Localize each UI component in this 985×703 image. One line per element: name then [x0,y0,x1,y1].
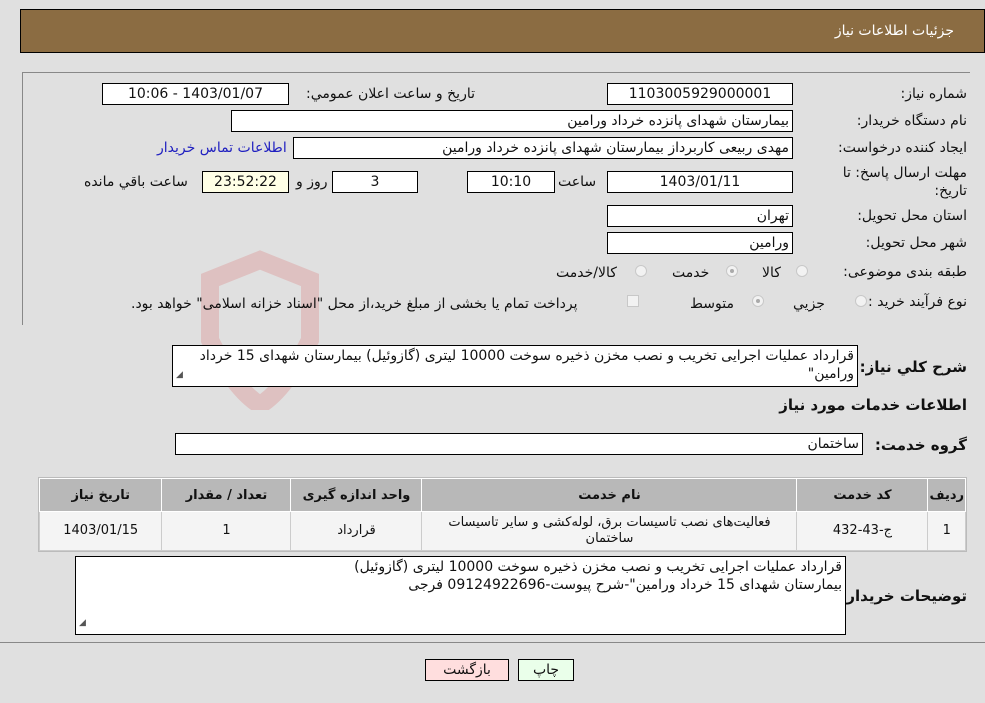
buyer-notes-textarea[interactable]: قرارداد عملیات اجرایی تخریب و نصب مخزن ذ… [75,556,846,635]
process-option-minor: جزيي [793,296,825,312]
process-radio-medium[interactable] [752,295,764,307]
deadline-label-date: تاریخ: [934,183,967,199]
service-group-label: گروه خدمت: [874,436,967,454]
divider [0,642,985,643]
buyer-notes-label: توضیحات خریدار: [840,587,967,605]
page-title: جزئیات اطلاعات نیاز [834,23,954,39]
buyer-contact-link[interactable]: اطلاعات تماس خریدار [157,140,287,156]
category-radio-goods-service[interactable] [635,265,647,277]
back-button[interactable]: بازگشت [425,659,509,681]
need-number-field: 1103005929000001 [607,83,793,105]
cell-name: فعالیت‌های نصب تاسیسات برق، لوله‌کشی و س… [421,511,798,551]
buyer-org-label: نام دستگاه خریدار: [856,113,967,129]
col-date: تاریخ نیاز [38,478,163,512]
description-textarea[interactable]: قرارداد عملیات اجرایی تخریب و نصب مخزن ذ… [172,345,858,387]
services-table: ردیف کد خدمت نام خدمت واحد اندازه گیری ت… [38,478,966,551]
deadline-date-field: 1403/01/11 [607,171,793,193]
deadline-label: مهلت ارسال پاسخ: تا [842,165,967,181]
col-qty: تعداد / مقدار [161,478,292,512]
services-section-title: اطلاعات خدمات مورد نیاز [779,396,967,414]
cell-code: ج-43-432 [796,511,929,551]
description-label: شرح کلي نیاز: [859,358,967,376]
category-option-goods-service: کالا/خدمت [556,265,617,281]
table-row: 1 ج-43-432 فعالیت‌های نصب تاسیسات برق، ل… [38,511,966,551]
announce-label: تاریخ و ساعت اعلان عمومي: [306,86,475,102]
time-label: ساعت [558,174,597,190]
cell-row: 1 [927,511,966,551]
description-text: قرارداد عملیات اجرایی تخریب و نصب مخزن ذ… [199,348,854,382]
services-table-wrapper: ردیف کد خدمت نام خدمت واحد اندازه گیری ت… [38,477,967,552]
category-label: طبقه بندی موضوعی: [843,264,967,280]
creator-field: مهدی ربیعی کاربرداز بیمارستان شهدای پانز… [293,137,793,159]
page-header: جزئیات اطلاعات نیاز [20,9,985,53]
province-field: تهران [607,205,793,227]
resize-grip-icon[interactable]: ◢ [176,366,183,384]
buyer-org-field: بیمارستان شهدای پانزده خرداد ورامین [231,110,793,132]
cell-qty: 1 [161,511,292,551]
treasury-checkbox[interactable] [627,295,639,307]
col-name: نام خدمت [421,478,798,512]
province-label: استان محل تحویل: [857,208,967,224]
process-label: نوع فرآیند خرید : [868,294,967,310]
service-group-field: ساختمان [175,433,863,455]
print-button[interactable]: چاپ [518,659,574,681]
cell-unit: قرارداد [290,511,423,551]
days-field: 3 [332,171,418,193]
city-field: ورامین [607,232,793,254]
buyer-notes-line2: بیمارستان شهدای 15 خرداد ورامین"-شرح پیو… [408,577,842,593]
resize-grip-icon[interactable]: ◢ [79,614,86,632]
remaining-time-field: 23:52:22 [202,171,289,193]
creator-label: ایجاد کننده درخواست: [838,140,967,156]
category-radio-goods[interactable] [796,265,808,277]
col-code: کد خدمت [796,478,929,512]
deadline-time-field: 10:10 [467,171,555,193]
remaining-label: ساعت باقي مانده [84,174,188,190]
category-option-goods: کالا [762,265,781,281]
city-label: شهر محل تحویل: [865,235,967,251]
col-unit: واحد اندازه گیری [290,478,423,512]
cell-date: 1403/01/15 [38,511,163,551]
announce-field: 1403/01/07 - 10:06 [102,83,289,105]
buyer-notes-line1: قرارداد عملیات اجرایی تخریب و نصب مخزن ذ… [354,559,842,575]
treasury-note: پرداخت تمام یا بخشی از مبلغ خرید،از محل … [131,296,578,312]
process-option-medium: متوسط [690,296,734,312]
category-radio-service[interactable] [726,265,738,277]
category-option-service: خدمت [672,265,710,281]
col-row: ردیف [927,478,966,512]
days-label: روز و [296,174,328,190]
need-number-label: شماره نیاز: [900,86,968,102]
process-radio-minor[interactable] [855,295,867,307]
